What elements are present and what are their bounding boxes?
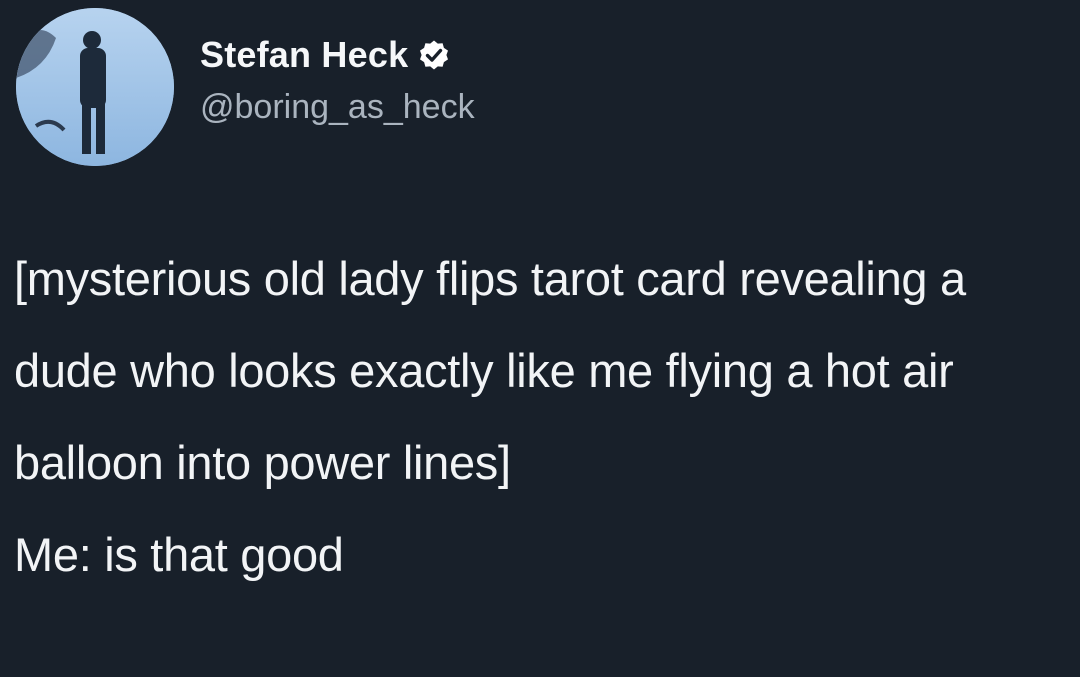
profile-photo xyxy=(16,8,174,166)
name-row: Stefan Heck xyxy=(200,30,450,80)
user-handle[interactable]: @boring_as_heck xyxy=(200,88,475,127)
tweet-text: [mysterious old lady flips tarot card re… xyxy=(14,233,1074,601)
display-name[interactable]: Stefan Heck xyxy=(200,34,408,76)
tweet-text-paragraph-1: [mysterious old lady flips tarot card re… xyxy=(14,252,966,489)
verified-badge-icon xyxy=(418,39,450,71)
tweet-text-paragraph-2: Me: is that good xyxy=(14,528,344,581)
tweet-card: Stefan Heck @boring_as_heck [mysterious … xyxy=(0,0,1080,677)
avatar[interactable] xyxy=(16,8,174,166)
